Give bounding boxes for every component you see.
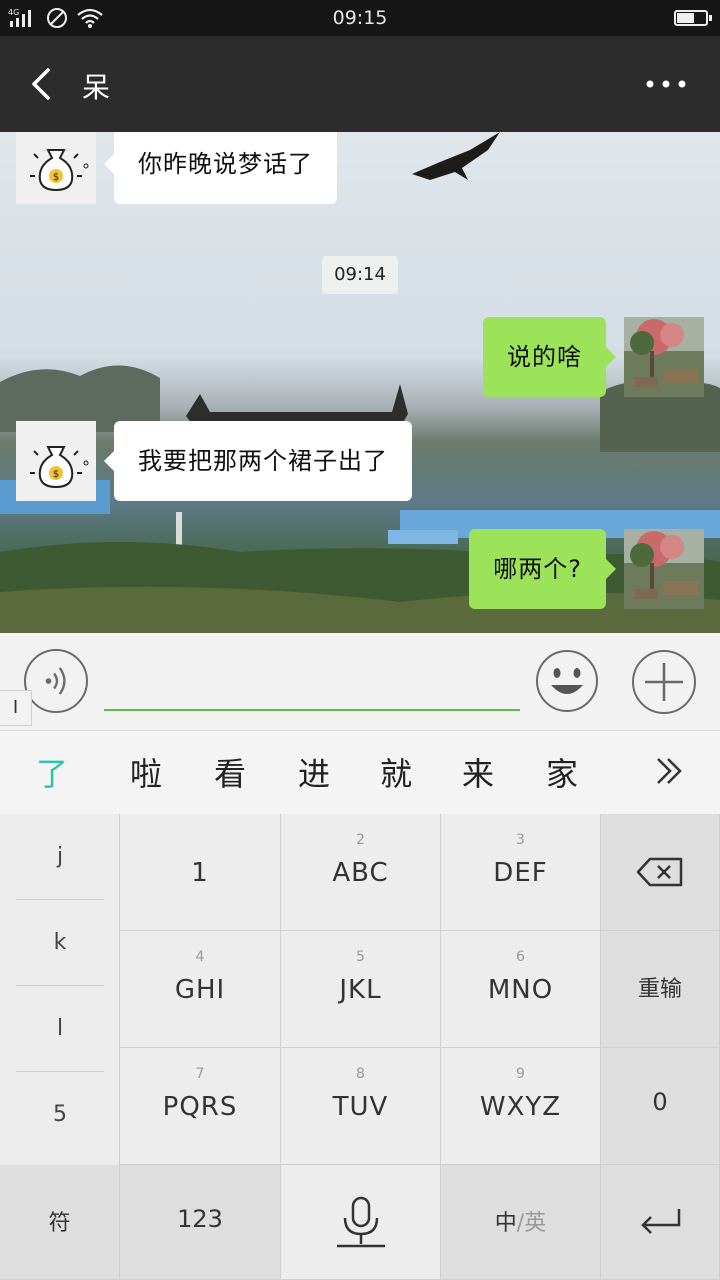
key-subtext: 5 — [356, 949, 365, 965]
mic-icon — [336, 1196, 385, 1248]
pinyin-side-column: j k l 5 — [0, 814, 120, 1165]
side-key[interactable]: k — [16, 900, 104, 986]
battery-fill — [677, 13, 694, 23]
message-bubble-incoming[interactable]: 你昨晚说梦话了 — [104, 132, 337, 204]
candidate-word[interactable]: 了 — [36, 749, 68, 795]
key-label: GHI — [174, 975, 226, 1005]
voice-icon[interactable] — [24, 649, 88, 713]
key-0[interactable]: 0 — [601, 1048, 720, 1165]
key-label: 0 — [652, 1088, 668, 1116]
side-key[interactable]: 5 — [16, 1072, 104, 1158]
keyboard-cursor-tab[interactable]: I — [0, 690, 32, 726]
my-avatar[interactable] — [624, 529, 704, 609]
key-1[interactable]: 1 — [120, 814, 281, 931]
chat-title: 呆 — [82, 71, 112, 104]
key-4-ghi[interactable]: 4 GHI — [120, 931, 281, 1048]
candidate-bar: 了 啦 看 进 就 来 家 — [0, 730, 720, 814]
key-subtext: 6 — [516, 949, 525, 965]
key-label: 123 — [177, 1205, 223, 1233]
key-subtext: 9 — [516, 1066, 525, 1082]
status-bar: 4G 09:15 — [0, 0, 720, 36]
symbol-key[interactable]: 符 — [0, 1165, 120, 1280]
message-bubble-outgoing[interactable]: 说的啥 — [483, 317, 616, 397]
message-timestamp: 09:14 — [322, 256, 398, 294]
key-subtext: 8 — [356, 1066, 365, 1082]
language-toggle-key[interactable]: 中/英 — [441, 1165, 601, 1280]
key-3-def[interactable]: 3 DEF — [441, 814, 601, 931]
input-bar — [0, 633, 720, 730]
key-label: 符 — [48, 1211, 71, 1236]
key-7-pqrs[interactable]: 7 PQRS — [120, 1048, 281, 1165]
key-6-mno[interactable]: 6 MNO — [441, 931, 601, 1048]
message-input[interactable] — [104, 663, 520, 711]
key-subtext: 2 — [356, 832, 365, 848]
numbers-key[interactable]: 123 — [120, 1165, 281, 1280]
candidate-word[interactable]: 看 — [214, 749, 246, 795]
key-subtext: 4 — [195, 949, 205, 965]
my-avatar[interactable] — [624, 317, 704, 397]
key-label: MNO — [487, 975, 554, 1005]
side-key[interactable]: j — [16, 814, 104, 900]
key-subtext: 7 — [195, 1066, 205, 1082]
key-label: JKL — [339, 975, 382, 1005]
lang-zh: 中 — [494, 1211, 517, 1236]
key-9-wxyz[interactable]: 9 WXYZ — [441, 1048, 601, 1165]
backspace-key[interactable] — [601, 814, 720, 931]
battery-icon — [674, 10, 712, 26]
candidate-word[interactable]: 进 — [298, 749, 330, 795]
chat-area[interactable]: $ 你昨晚说梦话了 09:14 说的啥 $ 我要把那两个裙子出了 哪两个? — [0, 132, 720, 633]
key-label: ABC — [332, 858, 389, 888]
expand-icon[interactable] — [650, 751, 690, 791]
contact-avatar[interactable]: $ — [16, 421, 96, 501]
key-subtext: 3 — [516, 832, 525, 848]
status-time: 09:15 — [332, 7, 388, 29]
svg-text:$: $ — [53, 172, 59, 183]
language-label: 中/英 — [441, 1205, 600, 1237]
key-5-jkl[interactable]: 5 JKL — [281, 931, 441, 1048]
candidate-word[interactable]: 家 — [546, 749, 578, 795]
message-bubble-outgoing[interactable]: 哪两个? — [469, 529, 616, 609]
key-label: PQRS — [162, 1092, 238, 1122]
title-bar: 呆 — [0, 36, 720, 132]
key-label: WXYZ — [479, 1092, 562, 1122]
candidate-word[interactable]: 啦 — [130, 749, 162, 795]
candidate-word[interactable]: 来 — [462, 749, 494, 795]
voice-input-key[interactable] — [281, 1165, 441, 1280]
key-2-abc[interactable]: 2 ABC — [281, 814, 441, 931]
svg-text:$: $ — [53, 469, 59, 480]
key-label: TUV — [332, 1092, 389, 1122]
key-label: 1 — [191, 858, 209, 888]
back-icon[interactable] — [22, 64, 62, 104]
contact-avatar[interactable]: $ — [16, 132, 96, 204]
enter-key[interactable] — [601, 1165, 720, 1280]
plus-icon[interactable] — [631, 649, 697, 715]
chat-background-image — [0, 132, 720, 633]
key-8-tuv[interactable]: 8 TUV — [281, 1048, 441, 1165]
key-label: 重输 — [637, 977, 682, 1002]
candidate-word[interactable]: 就 — [380, 749, 412, 795]
emoji-icon[interactable] — [535, 649, 599, 713]
side-key[interactable]: l — [16, 986, 104, 1072]
message-bubble-incoming[interactable]: 我要把那两个裙子出了 — [104, 421, 412, 501]
reenter-key[interactable]: 重输 — [601, 931, 720, 1048]
more-icon[interactable] — [644, 70, 688, 98]
key-label: DEF — [493, 858, 548, 888]
keyboard: j k l 5 1 2 ABC 3 DEF 4 GHI 5 JKL 6 MNO … — [0, 814, 720, 1280]
enter-icon — [641, 1209, 681, 1234]
lang-en: 英 — [524, 1211, 547, 1236]
backspace-icon — [636, 857, 683, 887]
